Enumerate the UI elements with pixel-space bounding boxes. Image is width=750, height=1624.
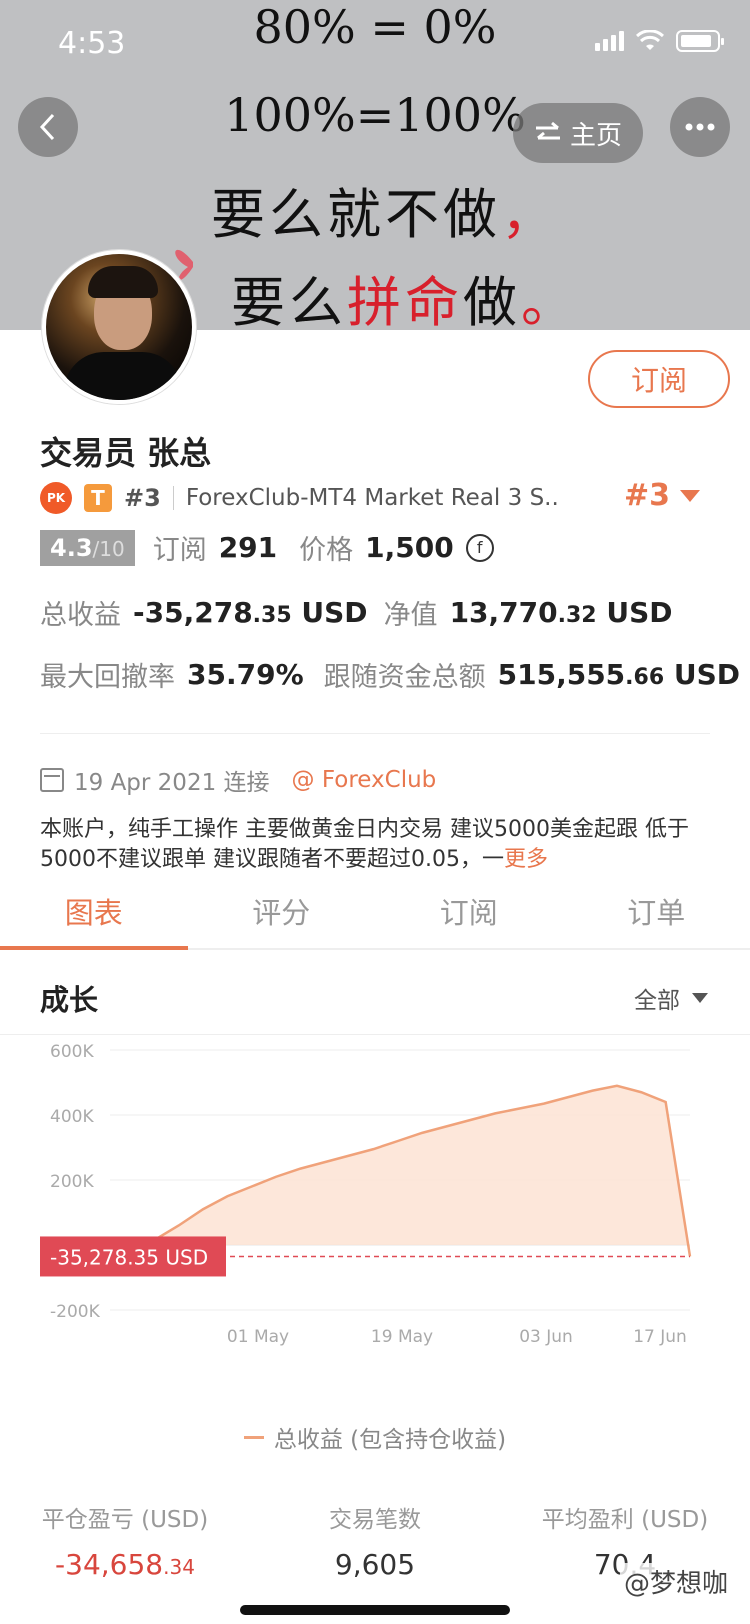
subscribe-button[interactable]: 订阅 bbox=[588, 350, 730, 408]
follow-value: 515,555.66 USD bbox=[497, 658, 741, 691]
coin-icon: f bbox=[465, 533, 494, 562]
swap-arrows-icon bbox=[535, 121, 560, 140]
divider bbox=[172, 486, 174, 510]
back-button[interactable] bbox=[18, 97, 78, 157]
y-tick-label: 600K bbox=[50, 1042, 94, 1062]
growth-chart[interactable]: 600K 400K 200K -200K -35,278.35 USD 01 May 19 … bbox=[0, 1040, 750, 1400]
subs-label: 订阅 bbox=[152, 535, 207, 566]
follow-label: 跟随资金总额 bbox=[323, 662, 486, 693]
section-title: 成长 bbox=[40, 983, 99, 1017]
server-name: ForexClub-MT4 Market Real 3 S... bbox=[185, 485, 558, 511]
banner-line-1: 80% = 0% bbox=[253, 0, 497, 54]
trader-name: 交易员 张总 bbox=[40, 434, 212, 472]
avatar[interactable] bbox=[42, 250, 196, 404]
tab-subscription[interactable]: 订阅 bbox=[375, 878, 563, 948]
connect-date-row: 19 Apr 2021 连接 @ ForexClub bbox=[40, 763, 436, 797]
rank-small: #3 bbox=[124, 484, 161, 512]
x-tick-label: 03 Jun bbox=[519, 1327, 573, 1347]
profit-value: -35,278.35 USD bbox=[133, 596, 368, 629]
dropdown-triangle-icon bbox=[692, 993, 708, 1003]
more-dots-icon bbox=[685, 123, 715, 131]
equity-value: 13,770.32 USD bbox=[449, 596, 673, 629]
tab-bar: 图表 评分 订阅 订单 bbox=[0, 878, 750, 950]
equity-label: 净值 bbox=[383, 600, 438, 631]
drawdown-value: 35.79% bbox=[187, 658, 304, 691]
tab-chart[interactable]: 图表 bbox=[0, 878, 188, 950]
home-button[interactable]: 主页 bbox=[513, 103, 643, 163]
y-tick-label: -200K bbox=[50, 1302, 101, 1322]
summary-trade-count: 交易笔数 9,605 bbox=[250, 1500, 500, 1581]
connect-date: 19 Apr 2021 连接 bbox=[74, 770, 270, 796]
legend-swatch bbox=[243, 1435, 264, 1439]
chevron-left-icon bbox=[39, 113, 55, 141]
description: 本账户，纯手工操作 主要做黄金日内交易 建议5000美金起跟 低于5000不建议… bbox=[40, 817, 689, 872]
legend-label: 总收益 (包含持仓收益) bbox=[273, 1427, 507, 1453]
rank-big: #3 bbox=[624, 478, 671, 513]
x-tick-label: 19 May bbox=[371, 1327, 433, 1347]
summary-value: 9,605 bbox=[334, 1548, 416, 1581]
home-indicator[interactable] bbox=[240, 1605, 510, 1615]
summary-closed-pl: 平仓盈亏 (USD) -34,658.34 bbox=[0, 1500, 250, 1581]
price-value: 1,500 bbox=[365, 531, 454, 564]
price-label: 价格 bbox=[299, 535, 354, 566]
summary-value: -34,658.34 bbox=[55, 1548, 195, 1581]
tab-orders[interactable]: 订单 bbox=[563, 878, 750, 948]
growth-section-header: 成长 全部 bbox=[0, 955, 750, 1035]
stats-row-1: 4.3/10 订阅 291 价格 1,500 f bbox=[40, 528, 494, 567]
stats-row-3: 最大回撤率 35.79% 跟随资金总额 515,555.66 USD bbox=[40, 655, 740, 694]
drawdown-label: 最大回撤率 bbox=[40, 662, 175, 693]
broker-link[interactable]: @ ForexClub bbox=[292, 767, 437, 793]
range-filter[interactable]: 全部 bbox=[634, 981, 708, 1015]
rank-dropdown[interactable]: #3 bbox=[624, 478, 701, 513]
filter-label: 全部 bbox=[634, 988, 680, 1014]
summary-label: 平均盈利 (USD) bbox=[541, 1507, 709, 1533]
y-tick-label: 200K bbox=[50, 1172, 94, 1192]
score-badge: 4.3/10 bbox=[40, 529, 135, 566]
divider bbox=[40, 733, 710, 734]
calendar-icon bbox=[40, 768, 64, 792]
badge-row: PK T #3 ForexClub-MT4 Market Real 3 S... bbox=[40, 478, 720, 518]
summary-label: 交易笔数 bbox=[329, 1507, 421, 1533]
subs-value: 291 bbox=[218, 531, 278, 564]
x-tick-label: 01 May bbox=[227, 1327, 289, 1347]
current-value-label: -35,278.35 USD bbox=[50, 1245, 208, 1269]
pk-badge[interactable]: PK bbox=[40, 482, 72, 514]
stats-row-2: 总收益 -35,278.35 USD 净值 13,770.32 USD bbox=[40, 593, 673, 632]
chart-legend: 总收益 (包含持仓收益) bbox=[0, 1420, 750, 1454]
area-fill bbox=[130, 1085, 690, 1257]
watermark: @梦想咖 bbox=[619, 1563, 732, 1600]
y-tick-label: 400K bbox=[50, 1107, 94, 1127]
home-label: 主页 bbox=[569, 120, 622, 151]
more-button[interactable] bbox=[670, 97, 730, 157]
more-link[interactable]: 更多 bbox=[504, 847, 548, 872]
dropdown-triangle-icon bbox=[680, 489, 701, 502]
summary-label: 平仓盈亏 (USD) bbox=[41, 1507, 209, 1533]
t-badge[interactable]: T bbox=[84, 484, 112, 512]
x-tick-label: 17 Jun bbox=[633, 1327, 687, 1347]
profit-label: 总收益 bbox=[40, 600, 121, 631]
banner-line-4: 要么拼命做。 bbox=[231, 271, 579, 330]
tab-rating[interactable]: 评分 bbox=[188, 878, 376, 948]
